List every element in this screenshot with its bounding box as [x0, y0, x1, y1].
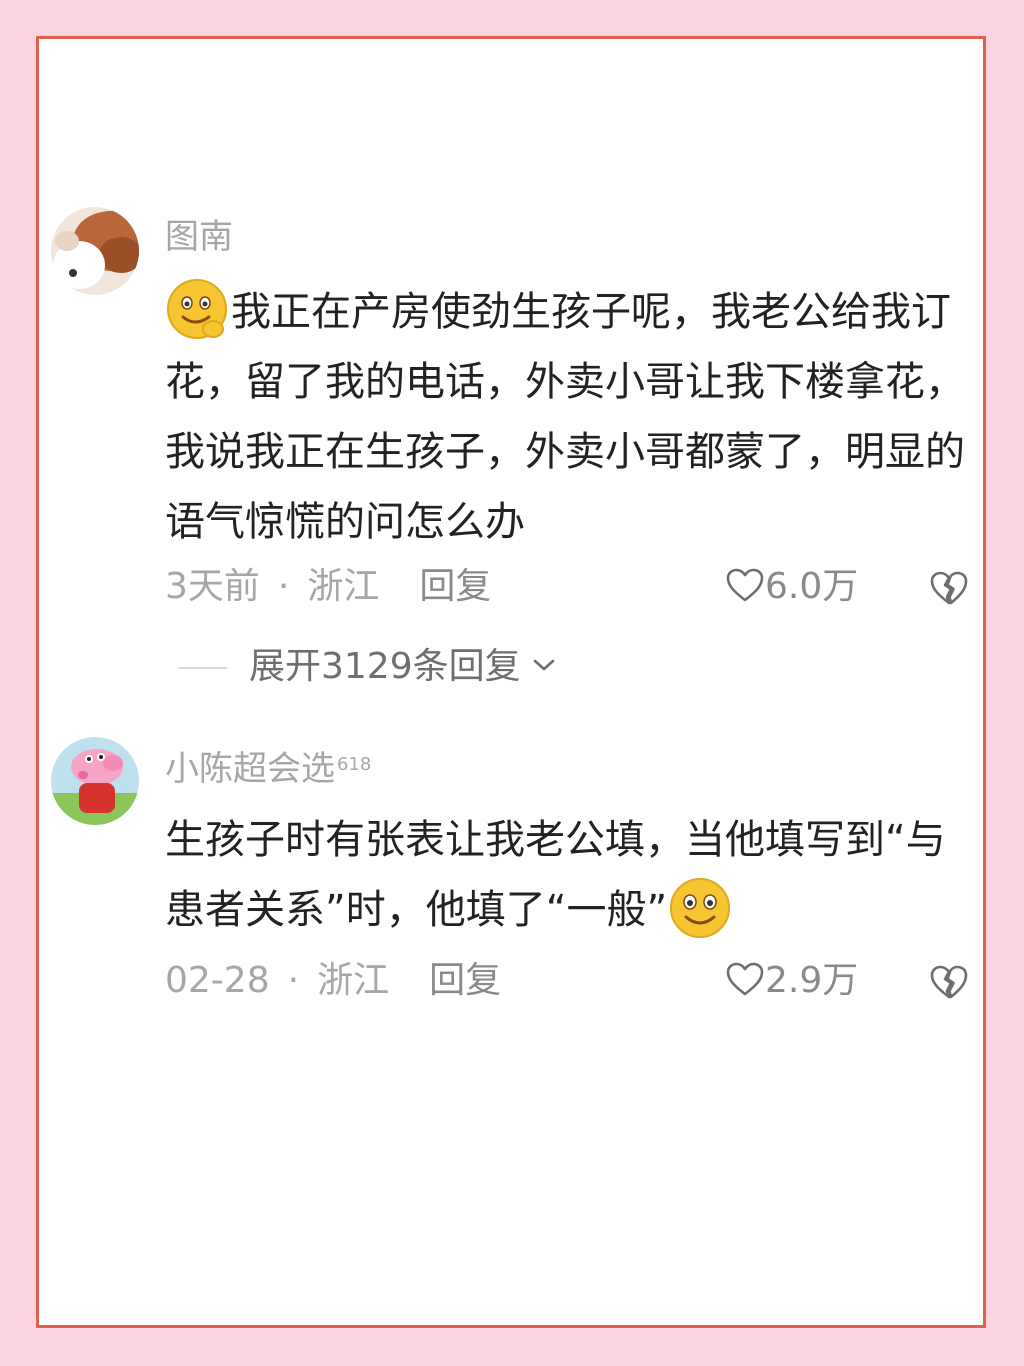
comment-1-text: 我正在产房使劲生孩子呢，我老公给我订花，留了我的电话，外卖小哥让我下楼拿花，我说…	[165, 289, 965, 545]
comment-1-meta: 3天前 · 浙江 回复	[165, 563, 491, 611]
like-count-1: 6.0万	[765, 566, 859, 607]
comment-2-time: 02-28	[165, 960, 270, 1001]
expand-replies-label: 展开3129条回复	[249, 646, 521, 687]
comment-2-meta: 02-28 · 浙江 回复	[165, 957, 501, 1005]
like-button-2[interactable]: 2.9万	[725, 957, 858, 1005]
reply-button-2[interactable]: 回复	[429, 960, 501, 1001]
comment-2-content: 生孩子时有张表让我老公填，当他填写到“与患者关系”时，他填了“一般”	[165, 805, 985, 945]
broken-heart-icon[interactable]	[929, 567, 969, 607]
expand-replies-button[interactable]: 展开3129条回复	[179, 643, 556, 691]
comment-1-content: 我正在产房使劲生孩子呢，我老公给我订花，留了我的电话，外卖小哥让我下楼拿花，我说…	[165, 277, 985, 557]
heart-icon	[726, 568, 764, 602]
thinking-smile-icon	[167, 279, 227, 339]
comment-1-location: 浙江	[307, 566, 380, 607]
user-badge: 618	[337, 754, 372, 775]
username-2-text: 小陈超会选	[165, 749, 335, 789]
avatar-user-1[interactable]	[51, 207, 139, 295]
comment-1-time: 3天前	[165, 566, 260, 607]
divider-line	[179, 667, 227, 669]
avatar-user-2[interactable]	[51, 737, 139, 825]
meta-separator: ·	[287, 960, 300, 1001]
heart-icon	[726, 962, 764, 996]
username-2[interactable]: 小陈超会选 618	[165, 749, 371, 789]
chevron-down-icon	[533, 659, 555, 671]
reply-button-1[interactable]: 回复	[419, 566, 491, 607]
broken-heart-icon[interactable]	[929, 961, 969, 1001]
comment-card: 图南 我正在产房使劲生孩子呢，我老公给我订花，留了我的电话，外卖小哥让我下楼拿花…	[36, 36, 986, 1328]
meta-separator: ·	[277, 566, 290, 607]
comment-2-location: 浙江	[317, 960, 390, 1001]
like-count-2: 2.9万	[765, 960, 859, 1001]
like-button-1[interactable]: 6.0万	[725, 563, 858, 611]
smile-icon	[670, 878, 731, 938]
comment-2-text: 生孩子时有张表让我老公填，当他填写到“与患者关系”时，他填了“一般”	[165, 817, 946, 933]
username-1[interactable]: 图南	[165, 217, 233, 257]
